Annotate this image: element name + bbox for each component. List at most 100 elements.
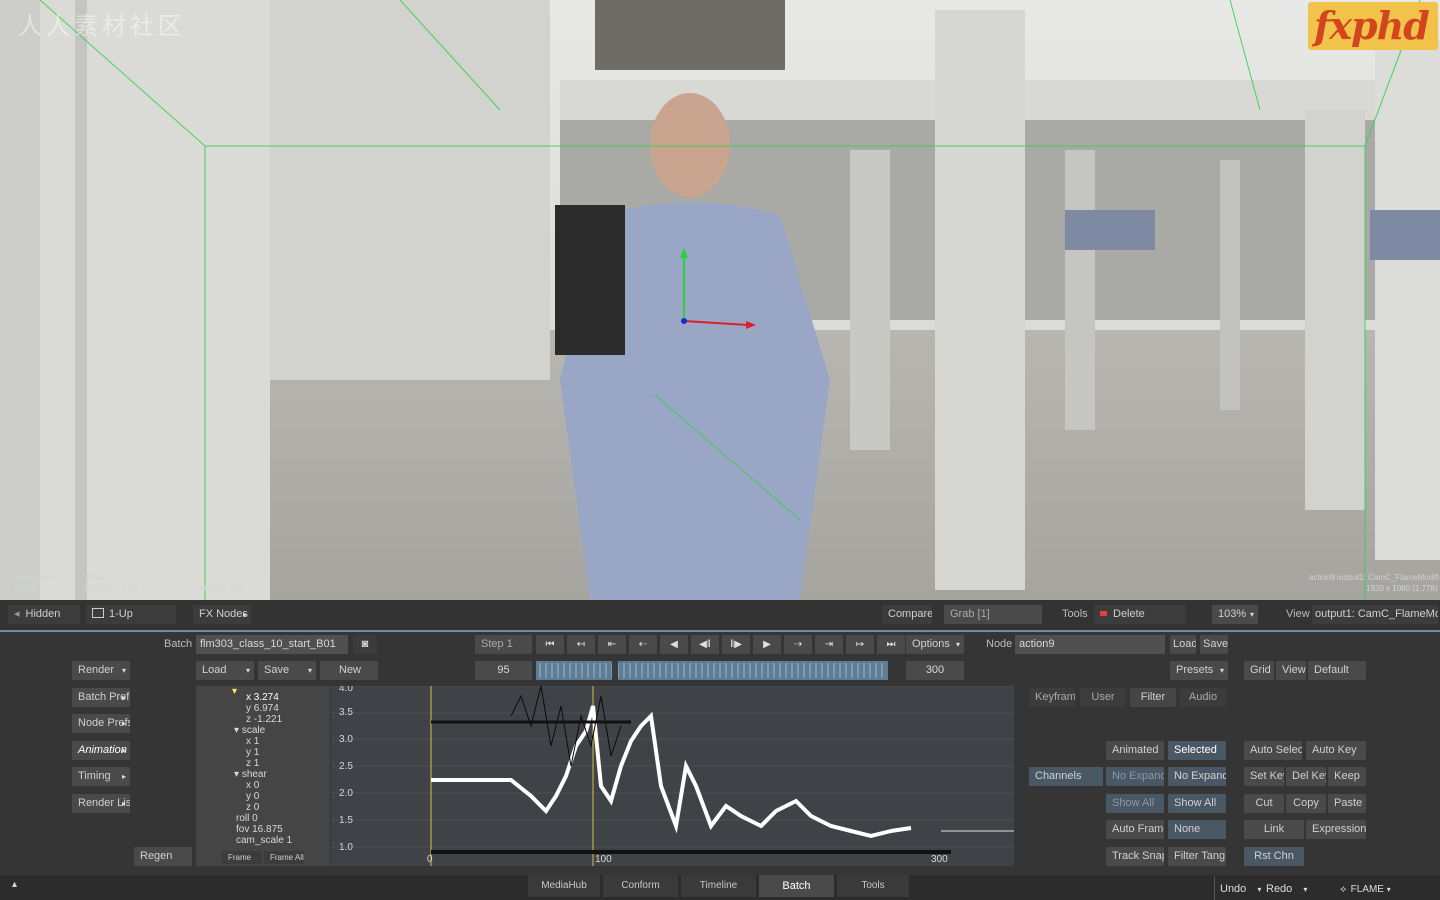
layout-1up-button[interactable]: 1-Up [86, 605, 176, 624]
show-all-button-2[interactable]: Show All [1168, 794, 1226, 813]
render-button[interactable]: Render ▾ [72, 661, 130, 680]
default-button[interactable]: Default [1308, 661, 1366, 680]
channel-item[interactable]: ▾ shear [234, 769, 267, 780]
track-snap-button[interactable]: Track Snap [1106, 847, 1164, 866]
channel-item[interactable]: x 0 [246, 780, 259, 791]
timeline-scrubber[interactable] [536, 661, 888, 680]
channel-item[interactable]: ▾ scale [234, 725, 265, 736]
prev-mark-icon[interactable]: ⇤ [598, 635, 626, 654]
channel-item[interactable]: cam_scale 1 [236, 835, 292, 846]
channel-item[interactable]: z -1.221 [246, 714, 282, 725]
delete-button[interactable]: Delete [1094, 605, 1186, 624]
filter-tang-button[interactable]: Filter Tang [1168, 847, 1226, 866]
frame-button[interactable]: Frame [222, 851, 262, 864]
batch-new-button[interactable]: New [320, 661, 378, 680]
channel-item[interactable]: z 1 [246, 758, 259, 769]
auto-select-button[interactable]: Auto Select [1244, 741, 1302, 760]
next-key-icon[interactable]: ↦ [846, 635, 874, 654]
hidden-button[interactable]: ◂ Hidden [8, 605, 80, 624]
animation-curve-editor[interactable]: 4.0 3.5 3.0 2.5 2.0 1.5 1.0 0 100 300 [331, 686, 1014, 866]
no-expand-button-1[interactable]: No Expand [1106, 767, 1164, 786]
tab-filter[interactable]: Filter [1130, 688, 1176, 707]
node-save-button[interactable]: Save [1200, 635, 1228, 654]
render-list-button[interactable]: Render List ▸ [72, 794, 130, 813]
undo-button[interactable]: Undo ▾ [1220, 880, 1261, 899]
camera-icon[interactable]: ◙ [353, 635, 377, 654]
options-dropdown[interactable]: Options ▾ [906, 635, 964, 654]
link-button[interactable]: Link [1244, 820, 1304, 839]
play-reverse-icon[interactable]: ◀‖ [691, 635, 719, 654]
cut-button[interactable]: Cut [1244, 794, 1284, 813]
grid-button[interactable]: Grid [1244, 661, 1274, 680]
channel-item[interactable]: x 1 [246, 736, 259, 747]
presets-dropdown[interactable]: Presets ▾ [1170, 661, 1228, 680]
current-frame-field[interactable]: 95 [475, 661, 532, 680]
image-viewport[interactable]: 人人素材社区 fxphd RGB Mode Active Video Expos… [0, 0, 1440, 600]
frame-all-button[interactable]: Frame All [264, 851, 304, 864]
next-mark-icon[interactable]: ⇥ [815, 635, 843, 654]
tab-user[interactable]: User [1080, 688, 1126, 707]
timing-button[interactable]: Timing ▸ [72, 767, 130, 786]
expression-button[interactable]: Expression [1306, 820, 1366, 839]
channel-item[interactable]: y 6.974 [246, 703, 279, 714]
channel-item[interactable]: roll 0 [236, 813, 258, 824]
redo-button[interactable]: Redo ▾ [1266, 880, 1307, 899]
tab-batch[interactable]: Batch [759, 875, 834, 897]
selected-button[interactable]: Selected [1168, 741, 1226, 760]
batch-save-button[interactable]: Save ▾ [258, 661, 316, 680]
view-output-select[interactable]: output1: CamC_FlameModifi [1312, 605, 1438, 624]
play-forward-step-icon[interactable]: ‖▶ [722, 635, 750, 654]
batch-name-field[interactable]: flm303_class_10_start_B01 [196, 635, 348, 654]
tab-timeline[interactable]: Timeline [681, 875, 756, 897]
batch-load-button[interactable]: Load ▾ [196, 661, 254, 680]
no-expand-button-2[interactable]: No Expand [1168, 767, 1226, 786]
play-icon[interactable]: ▶ [753, 635, 781, 654]
channel-item[interactable]: y 0 [246, 791, 259, 802]
del-key-button[interactable]: Del Key [1286, 767, 1326, 786]
show-all-button-1[interactable]: Show All [1106, 794, 1164, 813]
tab-mediahub[interactable]: MediaHub [528, 875, 600, 897]
set-key-button[interactable]: Set Key [1244, 767, 1284, 786]
channel-list[interactable]: ▾ x 3.274 y 6.974 z -1.221 ▾ scale x 1 y… [196, 686, 330, 866]
view-button[interactable]: View [1276, 661, 1306, 680]
tab-audio[interactable]: Audio [1180, 688, 1226, 707]
fx-nodes-button[interactable]: FX Nodes ▸ [193, 605, 251, 624]
next-key2-icon[interactable]: ⇢ [784, 635, 812, 654]
end-frame-field[interactable]: 300 [906, 661, 964, 680]
animation-button[interactable]: Animation ▸ [72, 741, 130, 760]
channel-item[interactable]: fov 16.875 [236, 824, 283, 835]
step-field[interactable]: Step 1 [475, 635, 532, 654]
animated-button[interactable]: Animated [1106, 741, 1164, 760]
flame-menu[interactable]: ⟡ FLAME ▾ [1340, 880, 1391, 899]
node-prefs-button[interactable]: Node Prefs ▸ [72, 714, 130, 733]
compare-button[interactable]: Compare [882, 605, 932, 624]
batch-prefs-button[interactable]: Batch Prefs ▸ [72, 688, 130, 707]
keep-button[interactable]: Keep [1328, 767, 1366, 786]
prev-key2-icon[interactable]: ⇠ [629, 635, 657, 654]
rst-chn-button[interactable]: Rst Chn [1244, 847, 1304, 866]
node-load-button[interactable]: Load [1170, 635, 1196, 654]
x-tick-label: 300 [931, 854, 948, 865]
copy-button[interactable]: Copy [1286, 794, 1326, 813]
expand-arrow-icon[interactable]: ▴ [12, 879, 17, 890]
zoom-dropdown[interactable]: 103% ▾ [1212, 605, 1258, 624]
grab-button[interactable]: Grab [1] [944, 605, 1042, 624]
prev-frame-icon[interactable]: ◀ [660, 635, 688, 654]
auto-frame-button[interactable]: Auto Frame [1106, 820, 1164, 839]
goto-start-icon[interactable]: ⏮ [536, 635, 564, 654]
none-button[interactable]: None [1168, 820, 1226, 839]
channel-item[interactable]: x 3.274 [246, 692, 279, 703]
channels-button[interactable]: Channels [1029, 767, 1103, 786]
channel-item[interactable]: y 1 [246, 747, 259, 758]
node-name-field[interactable]: action9 [1015, 635, 1165, 654]
tab-conform[interactable]: Conform [603, 875, 678, 897]
channel-expand-icon[interactable]: ▾ [232, 686, 237, 697]
goto-end-icon[interactable]: ⏭ [877, 635, 905, 654]
auto-key-button[interactable]: Auto Key [1306, 741, 1366, 760]
tab-tools[interactable]: Tools [837, 875, 909, 897]
paste-button[interactable]: Paste [1328, 794, 1366, 813]
prev-key-icon[interactable]: ↤ [567, 635, 595, 654]
regen-button[interactable]: Regen [134, 847, 192, 866]
tab-keyframe[interactable]: Keyframe [1029, 688, 1075, 707]
channel-item[interactable]: z 0 [246, 802, 259, 813]
